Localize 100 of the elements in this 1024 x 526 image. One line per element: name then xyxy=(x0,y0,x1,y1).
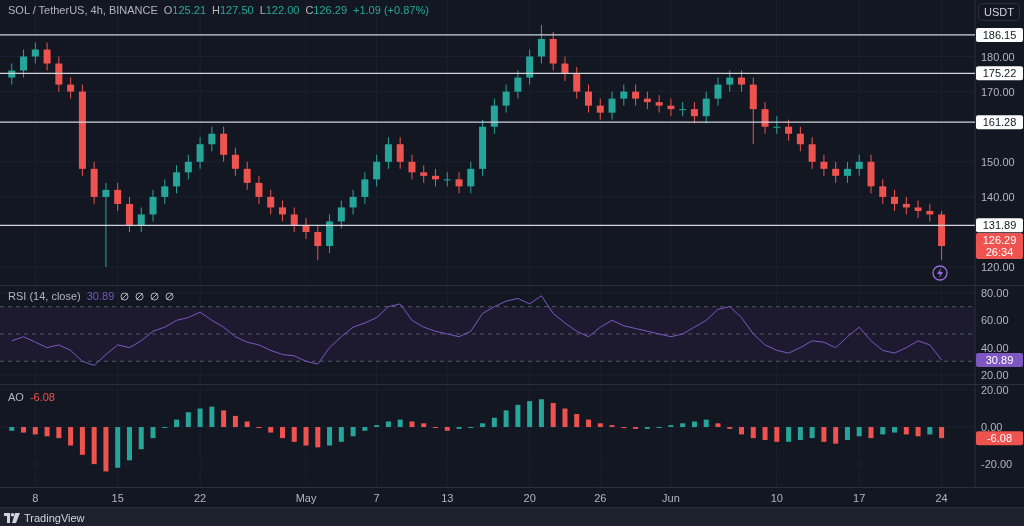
axis-label: 20.00 xyxy=(981,385,1009,396)
candle xyxy=(373,154,381,187)
candle xyxy=(902,196,910,215)
candle xyxy=(125,196,133,233)
axis-label: 24 xyxy=(935,492,948,504)
candle xyxy=(173,164,181,194)
candle xyxy=(537,24,545,65)
candle xyxy=(914,199,922,219)
hidden-value-icon xyxy=(120,291,130,301)
histogram-bar xyxy=(868,427,874,439)
histogram-bar xyxy=(915,427,921,437)
candle xyxy=(714,77,722,107)
histogram-bar xyxy=(327,427,333,446)
candle xyxy=(90,161,98,205)
candle xyxy=(267,189,275,215)
candle xyxy=(585,84,592,114)
candle xyxy=(620,84,628,107)
candle xyxy=(479,119,487,177)
candle xyxy=(761,101,769,135)
candle xyxy=(361,171,369,205)
histogram-bar xyxy=(115,427,121,468)
histogram-bar xyxy=(291,427,297,442)
histogram-bar xyxy=(338,427,344,442)
histogram-bar xyxy=(79,427,85,455)
histogram-bar xyxy=(538,399,544,427)
candle xyxy=(879,178,887,205)
candle xyxy=(726,70,734,93)
histogram-bar xyxy=(138,427,144,450)
price-label: -6.08 xyxy=(976,431,1023,446)
histogram-bar xyxy=(68,427,74,446)
histogram-bar xyxy=(786,427,792,442)
indicator-title: RSI (14, close) xyxy=(8,290,81,302)
ref-line-label: 175.22 xyxy=(982,67,1017,80)
candle xyxy=(8,63,16,86)
candle xyxy=(467,161,475,194)
symbol-title: SOL / TetherUS, 4h, BINANCE xyxy=(8,4,158,16)
histogram-bar xyxy=(9,427,15,431)
price-label: 175.22 xyxy=(976,66,1023,81)
histogram-bar xyxy=(421,423,427,427)
candle xyxy=(184,154,192,180)
price-label: 131.89 xyxy=(976,218,1023,233)
candle xyxy=(290,206,298,233)
lightning-icon[interactable] xyxy=(932,265,948,281)
axis-label: Jun xyxy=(662,492,680,504)
histogram-bar xyxy=(244,421,250,427)
legend-value: 126.29 xyxy=(313,4,347,16)
candle xyxy=(502,84,510,114)
candle xyxy=(314,224,322,261)
histogram-bar xyxy=(280,427,285,439)
histogram-bar xyxy=(833,427,839,444)
candle xyxy=(773,115,781,135)
legend-label: C xyxy=(305,4,314,16)
candle xyxy=(455,171,463,194)
candle xyxy=(643,91,651,110)
histogram-bar xyxy=(927,427,933,435)
ref-line-label: 161.28 xyxy=(982,116,1017,129)
candle xyxy=(137,206,145,233)
candle xyxy=(702,91,710,124)
candle xyxy=(243,161,251,191)
axis-label: 150.00 xyxy=(981,155,1015,168)
candle xyxy=(808,136,816,170)
price-label: 186.15 xyxy=(976,27,1023,42)
histogram-bar xyxy=(232,415,238,427)
axis-label: 7 xyxy=(373,492,380,504)
histogram-bar xyxy=(774,427,780,442)
histogram-bar xyxy=(691,421,697,427)
histogram-bar xyxy=(503,410,509,427)
histogram-bar xyxy=(515,404,521,427)
histogram-bar xyxy=(197,408,203,427)
legend-value: 122.00 xyxy=(265,4,300,16)
axis-label: 13 xyxy=(441,492,454,504)
histogram-bar xyxy=(268,427,274,433)
candle xyxy=(608,91,616,121)
histogram-bar xyxy=(491,417,497,427)
candle xyxy=(832,161,840,184)
histogram-bar xyxy=(550,402,556,427)
candle xyxy=(526,49,534,86)
histogram-bar xyxy=(680,423,686,427)
candle xyxy=(20,49,28,79)
histogram-bar xyxy=(703,419,709,427)
indicator-title: AO xyxy=(8,391,24,403)
candle xyxy=(938,210,946,261)
logo-icon xyxy=(4,513,20,523)
axis-label: -20.00 xyxy=(981,458,1013,471)
histogram-bar xyxy=(385,421,391,427)
currency-label[interactable]: USDT xyxy=(978,3,1020,21)
histogram-bar xyxy=(32,427,38,435)
histogram-bar xyxy=(480,423,486,427)
legend-value: 125.21 xyxy=(172,4,206,16)
hidden-value-icon xyxy=(150,291,160,301)
candle xyxy=(255,175,263,205)
candle xyxy=(302,217,310,240)
candle xyxy=(514,70,522,100)
candle xyxy=(690,101,698,124)
indicator-value: -6.08 xyxy=(29,391,55,403)
price-label: 161.28 xyxy=(976,115,1023,130)
candle xyxy=(855,154,863,177)
price-label: 30.89 xyxy=(976,352,1023,367)
candle xyxy=(796,126,804,152)
candle xyxy=(31,41,39,65)
